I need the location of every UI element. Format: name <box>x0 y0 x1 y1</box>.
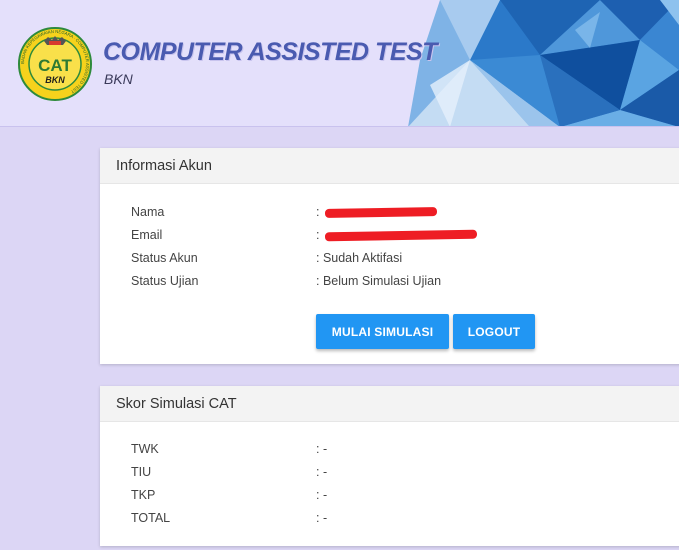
svg-text:CAT: CAT <box>38 56 72 75</box>
account-info-list: Nama : Email : Status Akun : Sudah Aktif… <box>131 204 671 296</box>
account-row-email: Email : <box>131 227 671 250</box>
twk-value: : - <box>316 442 328 456</box>
app-subtitle: BKN <box>104 71 133 87</box>
app-title: COMPUTER ASSISTED TEST <box>103 38 437 66</box>
name-value: : <box>316 204 438 220</box>
start-simulation-button[interactable]: MULAI SIMULASI <box>316 314 449 349</box>
status-akun-value: : Sudah Aktifasi <box>316 251 403 265</box>
simulation-score-panel: Skor Simulasi CAT TWK : - TIU : - TKP : … <box>100 386 679 546</box>
page-header: CAT BKN BADAN KEPEGAWAIAN NEGARA · COMPU… <box>0 0 679 127</box>
total-value: : - <box>316 511 328 525</box>
total-label: TOTAL <box>131 511 171 525</box>
email-value: : <box>316 227 478 243</box>
name-label: Nama <box>131 205 165 219</box>
account-row-name: Nama : <box>131 204 671 227</box>
tkp-label: TKP <box>131 488 156 502</box>
twk-label: TWK <box>131 442 159 456</box>
status-ujian-label: Status Ujian <box>131 274 199 288</box>
name-redaction-mark <box>324 207 438 219</box>
email-label: Email <box>131 228 163 242</box>
svg-text:BKN: BKN <box>45 75 65 85</box>
account-row-status-akun: Status Akun : Sudah Aktifasi <box>131 250 671 273</box>
email-redaction-mark <box>324 229 478 242</box>
score-row-total: TOTAL : - <box>131 510 671 533</box>
account-info-heading: Informasi Akun <box>100 148 679 184</box>
logout-button[interactable]: LOGOUT <box>453 314 535 349</box>
status-akun-label: Status Akun <box>131 251 198 265</box>
account-info-panel: Informasi Akun Nama : Email : Status Aku… <box>100 148 679 364</box>
tiu-value: : - <box>316 465 328 479</box>
score-list: TWK : - TIU : - TKP : - TOTAL : - <box>131 441 671 533</box>
simulation-score-heading: Skor Simulasi CAT <box>100 386 679 422</box>
account-row-status-ujian: Status Ujian : Belum Simulasi Ujian <box>131 273 671 296</box>
score-row-tiu: TIU : - <box>131 464 671 487</box>
cat-bkn-logo: CAT BKN BADAN KEPEGAWAIAN NEGARA · COMPU… <box>18 27 92 101</box>
status-ujian-value: : Belum Simulasi Ujian <box>316 274 442 288</box>
score-row-tkp: TKP : - <box>131 487 671 510</box>
tkp-value: : - <box>316 488 328 502</box>
tiu-label: TIU <box>131 465 152 479</box>
score-row-twk: TWK : - <box>131 441 671 464</box>
